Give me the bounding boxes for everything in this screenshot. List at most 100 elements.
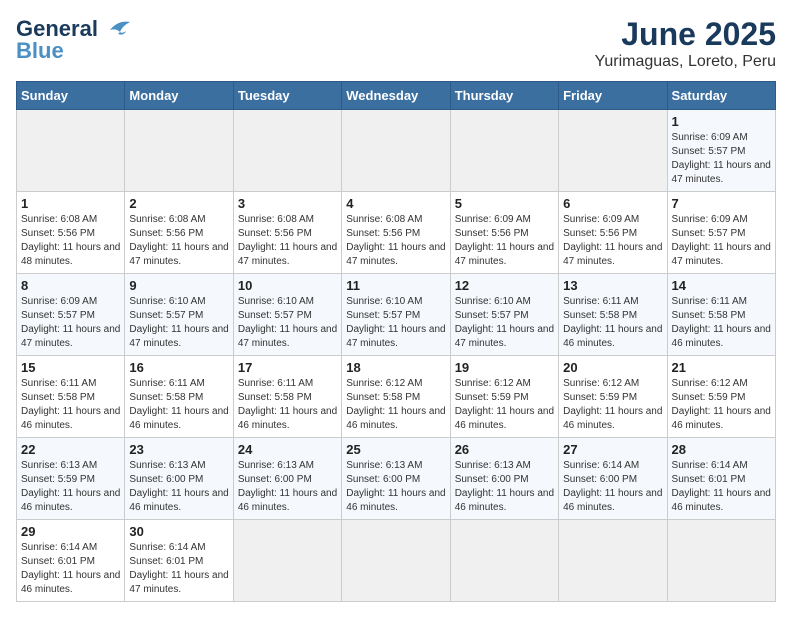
- day-info: Sunrise: 6:12 AM Sunset: 5:59 PM Dayligh…: [672, 377, 771, 433]
- day-number: 16: [129, 360, 228, 375]
- day-number: 5: [455, 196, 554, 211]
- day-number: 14: [672, 278, 771, 293]
- day-number: 30: [129, 524, 228, 539]
- day-number: 23: [129, 442, 228, 457]
- calendar-cell: [450, 520, 558, 602]
- day-number: 25: [346, 442, 445, 457]
- day-info: Sunrise: 6:11 AM Sunset: 5:58 PM Dayligh…: [563, 295, 662, 351]
- logo-bird-icon: [100, 18, 132, 40]
- day-info: Sunrise: 6:09 AM Sunset: 5:56 PM Dayligh…: [563, 213, 662, 269]
- day-number: 27: [563, 442, 662, 457]
- calendar-cell: 8 Sunrise: 6:09 AM Sunset: 5:57 PM Dayli…: [17, 274, 125, 356]
- day-info: Sunrise: 6:09 AM Sunset: 5:57 PM Dayligh…: [672, 213, 771, 269]
- day-number: 1: [21, 196, 120, 211]
- calendar-cell: 14 Sunrise: 6:11 AM Sunset: 5:58 PM Dayl…: [667, 274, 775, 356]
- day-info: Sunrise: 6:08 AM Sunset: 5:56 PM Dayligh…: [346, 213, 445, 269]
- day-header-tuesday: Tuesday: [233, 82, 341, 110]
- day-number: 10: [238, 278, 337, 293]
- calendar-cell: [125, 110, 233, 192]
- day-info: Sunrise: 6:09 AM Sunset: 5:56 PM Dayligh…: [455, 213, 554, 269]
- day-info: Sunrise: 6:11 AM Sunset: 5:58 PM Dayligh…: [129, 377, 228, 433]
- day-info: Sunrise: 6:08 AM Sunset: 5:56 PM Dayligh…: [238, 213, 337, 269]
- day-info: Sunrise: 6:13 AM Sunset: 6:00 PM Dayligh…: [238, 459, 337, 515]
- calendar-cell: 23 Sunrise: 6:13 AM Sunset: 6:00 PM Dayl…: [125, 438, 233, 520]
- page-header: General Blue June 2025 Yurimaguas, Loret…: [16, 16, 776, 71]
- calendar-week-row: 15 Sunrise: 6:11 AM Sunset: 5:58 PM Dayl…: [17, 356, 776, 438]
- day-number: 2: [129, 196, 228, 211]
- calendar-cell: 9 Sunrise: 6:10 AM Sunset: 5:57 PM Dayli…: [125, 274, 233, 356]
- calendar-cell: 5 Sunrise: 6:09 AM Sunset: 5:56 PM Dayli…: [450, 192, 558, 274]
- day-header-thursday: Thursday: [450, 82, 558, 110]
- logo-text-blue: Blue: [16, 38, 64, 64]
- calendar-cell: 27 Sunrise: 6:14 AM Sunset: 6:00 PM Dayl…: [559, 438, 667, 520]
- day-number: 26: [455, 442, 554, 457]
- calendar-cell: 22 Sunrise: 6:13 AM Sunset: 5:59 PM Dayl…: [17, 438, 125, 520]
- day-info: Sunrise: 6:11 AM Sunset: 5:58 PM Dayligh…: [672, 295, 771, 351]
- calendar-cell: 7 Sunrise: 6:09 AM Sunset: 5:57 PM Dayli…: [667, 192, 775, 274]
- calendar-cell: 2 Sunrise: 6:08 AM Sunset: 5:56 PM Dayli…: [125, 192, 233, 274]
- day-info: Sunrise: 6:14 AM Sunset: 6:00 PM Dayligh…: [563, 459, 662, 515]
- calendar-cell: [342, 110, 450, 192]
- day-header-wednesday: Wednesday: [342, 82, 450, 110]
- calendar-cell: 10 Sunrise: 6:10 AM Sunset: 5:57 PM Dayl…: [233, 274, 341, 356]
- calendar-cell: 30 Sunrise: 6:14 AM Sunset: 6:01 PM Dayl…: [125, 520, 233, 602]
- calendar-cell: 25 Sunrise: 6:13 AM Sunset: 6:00 PM Dayl…: [342, 438, 450, 520]
- calendar-cell: 12 Sunrise: 6:10 AM Sunset: 5:57 PM Dayl…: [450, 274, 558, 356]
- day-number: 29: [21, 524, 120, 539]
- calendar-week-row: 22 Sunrise: 6:13 AM Sunset: 5:59 PM Dayl…: [17, 438, 776, 520]
- calendar-table: SundayMondayTuesdayWednesdayThursdayFrid…: [16, 81, 776, 602]
- day-info: Sunrise: 6:08 AM Sunset: 5:56 PM Dayligh…: [21, 213, 120, 269]
- day-number: 8: [21, 278, 120, 293]
- calendar-cell: [17, 110, 125, 192]
- day-header-monday: Monday: [125, 82, 233, 110]
- calendar-week-row: 8 Sunrise: 6:09 AM Sunset: 5:57 PM Dayli…: [17, 274, 776, 356]
- day-header-friday: Friday: [559, 82, 667, 110]
- calendar-cell: [559, 520, 667, 602]
- calendar-cell: 21 Sunrise: 6:12 AM Sunset: 5:59 PM Dayl…: [667, 356, 775, 438]
- day-number: 7: [672, 196, 771, 211]
- calendar-cell: [233, 110, 341, 192]
- title-block: June 2025 Yurimaguas, Loreto, Peru: [595, 16, 776, 71]
- day-number: 1: [672, 114, 771, 129]
- calendar-week-row: 29 Sunrise: 6:14 AM Sunset: 6:01 PM Dayl…: [17, 520, 776, 602]
- day-number: 22: [21, 442, 120, 457]
- day-number: 18: [346, 360, 445, 375]
- calendar-cell: 17 Sunrise: 6:11 AM Sunset: 5:58 PM Dayl…: [233, 356, 341, 438]
- calendar-cell: 19 Sunrise: 6:12 AM Sunset: 5:59 PM Dayl…: [450, 356, 558, 438]
- day-info: Sunrise: 6:09 AM Sunset: 5:57 PM Dayligh…: [672, 131, 771, 187]
- calendar-cell: 1 Sunrise: 6:09 AM Sunset: 5:57 PM Dayli…: [667, 110, 775, 192]
- calendar-week-row: 1 Sunrise: 6:08 AM Sunset: 5:56 PM Dayli…: [17, 192, 776, 274]
- day-number: 19: [455, 360, 554, 375]
- calendar-cell: 29 Sunrise: 6:14 AM Sunset: 6:01 PM Dayl…: [17, 520, 125, 602]
- calendar-cell: 15 Sunrise: 6:11 AM Sunset: 5:58 PM Dayl…: [17, 356, 125, 438]
- calendar-cell: 3 Sunrise: 6:08 AM Sunset: 5:56 PM Dayli…: [233, 192, 341, 274]
- day-number: 17: [238, 360, 337, 375]
- day-info: Sunrise: 6:11 AM Sunset: 5:58 PM Dayligh…: [238, 377, 337, 433]
- day-number: 24: [238, 442, 337, 457]
- calendar-cell: 4 Sunrise: 6:08 AM Sunset: 5:56 PM Dayli…: [342, 192, 450, 274]
- day-info: Sunrise: 6:09 AM Sunset: 5:57 PM Dayligh…: [21, 295, 120, 351]
- day-number: 12: [455, 278, 554, 293]
- day-info: Sunrise: 6:10 AM Sunset: 5:57 PM Dayligh…: [129, 295, 228, 351]
- day-info: Sunrise: 6:10 AM Sunset: 5:57 PM Dayligh…: [455, 295, 554, 351]
- calendar-header-row: SundayMondayTuesdayWednesdayThursdayFrid…: [17, 82, 776, 110]
- day-info: Sunrise: 6:10 AM Sunset: 5:57 PM Dayligh…: [238, 295, 337, 351]
- day-number: 9: [129, 278, 228, 293]
- day-info: Sunrise: 6:08 AM Sunset: 5:56 PM Dayligh…: [129, 213, 228, 269]
- calendar-cell: 1 Sunrise: 6:08 AM Sunset: 5:56 PM Dayli…: [17, 192, 125, 274]
- day-info: Sunrise: 6:13 AM Sunset: 6:00 PM Dayligh…: [455, 459, 554, 515]
- calendar-cell: [667, 520, 775, 602]
- calendar-cell: 18 Sunrise: 6:12 AM Sunset: 5:58 PM Dayl…: [342, 356, 450, 438]
- day-number: 11: [346, 278, 445, 293]
- calendar-cell: [342, 520, 450, 602]
- calendar-week-row: 1 Sunrise: 6:09 AM Sunset: 5:57 PM Dayli…: [17, 110, 776, 192]
- day-header-sunday: Sunday: [17, 82, 125, 110]
- page-subtitle: Yurimaguas, Loreto, Peru: [595, 53, 776, 71]
- day-number: 20: [563, 360, 662, 375]
- day-info: Sunrise: 6:13 AM Sunset: 5:59 PM Dayligh…: [21, 459, 120, 515]
- day-number: 4: [346, 196, 445, 211]
- calendar-cell: [450, 110, 558, 192]
- day-info: Sunrise: 6:12 AM Sunset: 5:59 PM Dayligh…: [455, 377, 554, 433]
- calendar-cell: 24 Sunrise: 6:13 AM Sunset: 6:00 PM Dayl…: [233, 438, 341, 520]
- calendar-cell: 20 Sunrise: 6:12 AM Sunset: 5:59 PM Dayl…: [559, 356, 667, 438]
